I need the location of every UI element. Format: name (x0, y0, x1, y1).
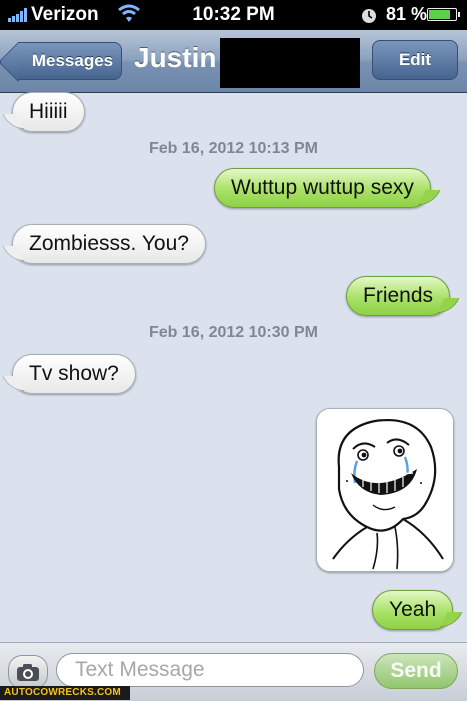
message-bubble-outgoing[interactable]: Friends (346, 276, 451, 316)
message-timestamp: Feb 16, 2012 10:30 PM (149, 324, 318, 341)
message-timestamp: Feb 16, 2012 10:13 PM (149, 140, 318, 157)
message-bubble-incoming[interactable]: Zombiesss. You? (12, 224, 206, 264)
send-button-label: Send (390, 659, 442, 682)
status-bar: Verizon 10:32 PM 81 % (0, 0, 467, 30)
message-bubble-outgoing[interactable]: Wuttup wuttup sexy (214, 168, 431, 208)
edit-button[interactable]: Edit (372, 40, 458, 80)
alarm-clock-icon (362, 9, 376, 23)
send-button[interactable]: Send (374, 653, 458, 689)
battery-percent: 81 % (386, 4, 428, 24)
nav-bar: Messages Justin Edit (0, 30, 467, 93)
forever-alone-face-icon (317, 409, 453, 571)
battery-level (429, 10, 451, 19)
back-button-label: Messages (31, 51, 114, 70)
camera-button[interactable] (8, 655, 48, 689)
battery-icon (427, 8, 460, 21)
message-bubble-incoming[interactable]: Hiiiii (12, 92, 85, 132)
messages-back-button[interactable]: Messages (0, 42, 122, 82)
watermark-logo: AUTOCOWRECKS.COM (0, 686, 130, 700)
edit-button-label: Edit (398, 50, 432, 69)
message-bubble-outgoing[interactable]: Yeah (372, 590, 454, 630)
message-image-outgoing[interactable] (316, 408, 454, 572)
message-bubble-incoming[interactable]: Tv show? (12, 354, 136, 394)
message-text-input[interactable] (56, 653, 364, 687)
camera-icon (17, 664, 39, 681)
back-button-wrap: Messages (0, 30, 130, 92)
message-thread[interactable]: Hiiiii Feb 16, 2012 10:13 PM Wuttup wutt… (0, 92, 467, 642)
conversation-title: Justin (134, 42, 217, 73)
redacted-name-block (220, 38, 360, 88)
